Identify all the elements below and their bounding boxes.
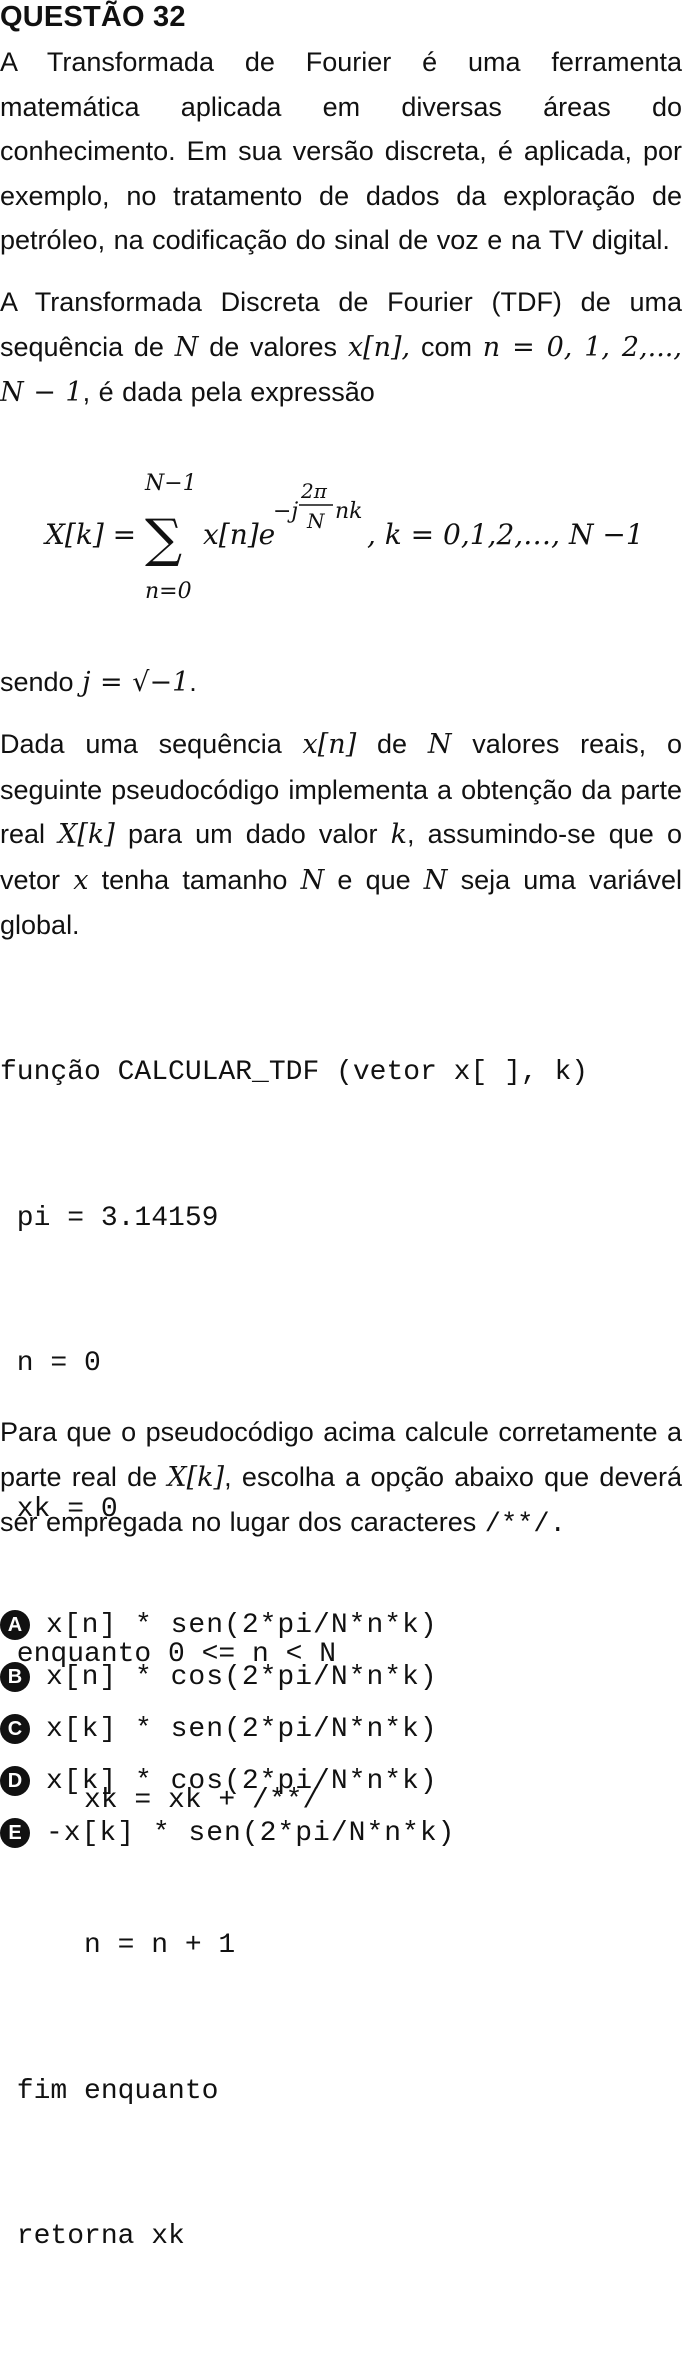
option-d-text: x[k] * cos(2*pi/N*n*k) [46, 1765, 438, 1797]
desc-N2: N [300, 864, 325, 896]
final-chars: /**/. [484, 1510, 566, 1540]
description-paragraph: Dada uma sequência x[n] de N valores rea… [0, 722, 682, 948]
option-e-text: -x[k] * sen(2*pi/N*n*k) [46, 1817, 456, 1849]
desc-N3: N [423, 864, 448, 896]
formula-lhs: X[k] = [43, 518, 136, 551]
option-d[interactable]: D x[k] * cos(2*pi/N*n*k) [0, 1756, 687, 1806]
code-line: fim enquanto [0, 2075, 219, 2107]
desc-text-7: e que [337, 864, 411, 895]
option-c-badge: C [0, 1714, 30, 1744]
code-line: função CALCULAR_TDF (vetor x[ ], k) [0, 1057, 589, 1088]
option-a-text: x[n] * sen(2*pi/N*n*k) [46, 1609, 438, 1641]
desc-k: k [390, 819, 407, 850]
final-question-paragraph: Para que o pseudocódigo acima calcule co… [0, 1410, 682, 1548]
code-line: n = 0 [0, 1348, 101, 1379]
formula-range: , k = 0,1,2,…, N −1 [367, 518, 644, 551]
option-a[interactable]: A x[n] * sen(2*pi/N*n*k) [0, 1600, 687, 1650]
sendo-text: sendo [0, 667, 74, 697]
option-b-badge: B [0, 1662, 30, 1692]
desc-text-1: Dada uma sequência [0, 729, 282, 759]
tdf-text-4: , é dada pela expressão [82, 377, 375, 407]
formula-term: x[n]e [203, 518, 275, 551]
option-b-text: x[n] * cos(2*pi/N*n*k) [46, 1661, 438, 1693]
option-e-badge: E [0, 1818, 30, 1848]
desc-x: x [73, 864, 89, 896]
option-c-text: x[k] * sen(2*pi/N*n*k) [46, 1713, 438, 1745]
formula-exp-den: N [306, 509, 326, 533]
question-title: QUESTÃO 32 [0, 1, 186, 33]
desc-text-6: tenha tamanho [101, 864, 288, 895]
tdf-text-2: de valores [209, 331, 338, 362]
option-d-badge: D [0, 1766, 30, 1796]
desc-N1: N [427, 729, 452, 760]
tdf-text-3: com [420, 331, 472, 362]
formula-exp-num: 2π [300, 479, 328, 503]
desc-Xk: X[k] [58, 819, 115, 850]
desc-xn: x[n] [302, 729, 357, 760]
formula-exp-suffix: nk [335, 499, 363, 524]
formula-sum-lower: n=0 [145, 579, 192, 604]
code-line: pi = 3.14159 [0, 1202, 219, 1234]
tdf-formula: X[k] = N−1 ∑ n=0 x[n]e −j 2π N nk , k = … [43, 470, 665, 610]
option-e[interactable]: E -x[k] * sen(2*pi/N*n*k) [0, 1808, 687, 1858]
sendo-math: j = √−1 [82, 667, 190, 698]
code-line: retorna xk [0, 2221, 185, 2252]
sendo-line: sendo j = √−1. [0, 660, 682, 706]
intro-paragraph: A Transformada de Fourier é uma ferramen… [0, 47, 682, 255]
code-line: n = n + 1 [0, 1930, 236, 1961]
sendo-end: . [189, 667, 197, 697]
desc-text-4: para um dado valor [127, 819, 378, 849]
formula-exp-prefix: −j [273, 499, 298, 524]
option-c[interactable]: C x[k] * sen(2*pi/N*n*k) [0, 1704, 687, 1754]
formula-sum-upper: N−1 [144, 471, 197, 496]
tdf-xn: x[n], [347, 331, 411, 363]
tdf-N: N [174, 331, 199, 363]
desc-text-2: de [377, 729, 408, 759]
formula-sum-symbol: ∑ [145, 509, 182, 569]
tdf-formula-svg: X[k] = N−1 ∑ n=0 x[n]e −j 2π N nk , k = … [43, 471, 644, 604]
tdf-definition-paragraph: A Transformada Discreta de Fourier (TDF)… [0, 280, 682, 416]
final-Xk: X[k] [167, 1461, 225, 1493]
option-b[interactable]: B x[n] * cos(2*pi/N*n*k) [0, 1652, 687, 1702]
question-page: QUESTÃO 32 A Transformada de Fourier é u… [0, 0, 687, 2252]
option-a-badge: A [0, 1610, 30, 1640]
